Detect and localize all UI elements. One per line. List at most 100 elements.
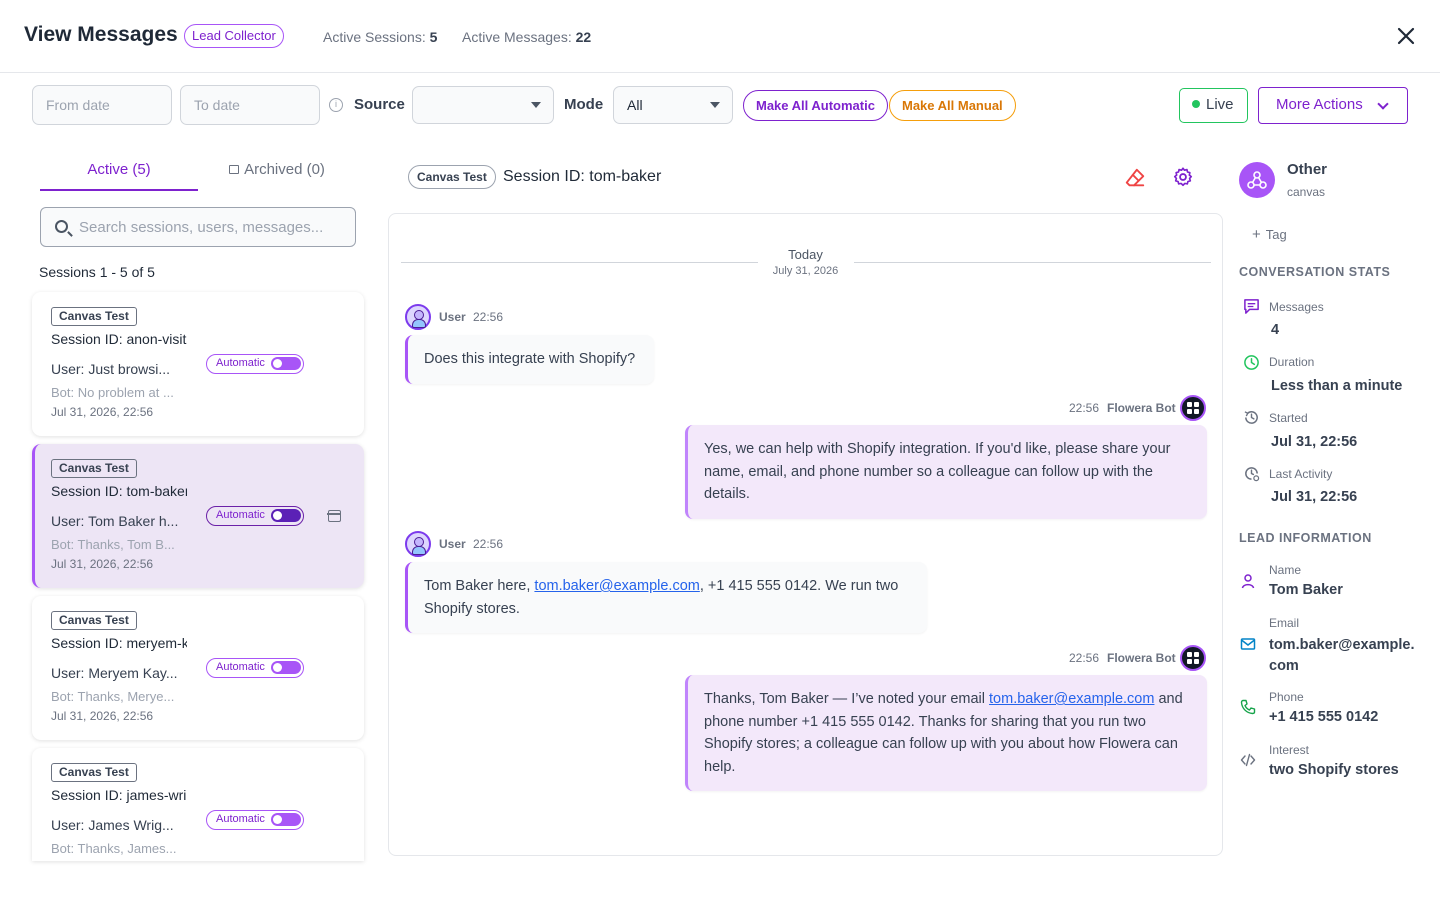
automatic-toggle[interactable]: Automatic bbox=[206, 658, 304, 678]
modal-header: View Messages Lead Collector Active Sess… bbox=[0, 0, 1440, 73]
make-all-automatic-button[interactable]: Make All Automatic bbox=[743, 90, 888, 121]
live-status-dot bbox=[1192, 100, 1200, 108]
divider bbox=[854, 262, 1211, 263]
chat-session-title: Session ID: tom-baker bbox=[503, 168, 662, 185]
session-id: Session ID: meryem-k bbox=[51, 635, 187, 651]
stat-value: Less than a minute bbox=[1271, 378, 1403, 394]
search-input[interactable] bbox=[79, 208, 347, 246]
user-message: Tom Baker here, tom.baker@example.com, +… bbox=[405, 562, 927, 633]
mode-select[interactable]: All bbox=[613, 86, 733, 124]
session-bot-preview: Bot: No problem at ... bbox=[51, 385, 174, 400]
phone-icon bbox=[1240, 699, 1256, 715]
archive-icon[interactable] bbox=[327, 510, 341, 522]
automatic-toggle[interactable]: Automatic bbox=[206, 506, 304, 526]
mail-icon bbox=[1240, 638, 1256, 650]
message-text: Tom Baker here, bbox=[424, 578, 535, 594]
toggle-label: Automatic bbox=[216, 813, 265, 825]
toggle-switch bbox=[271, 509, 301, 522]
message-sender: User bbox=[439, 310, 466, 324]
lead-value: +1 415 555 0142 bbox=[1269, 709, 1379, 725]
gear-icon[interactable] bbox=[1172, 166, 1194, 188]
live-button[interactable]: Live bbox=[1179, 88, 1248, 123]
source-select[interactable] bbox=[412, 86, 554, 124]
stat-label: Messages bbox=[1269, 300, 1324, 314]
bot-message: Yes, we can help with Shopify integratio… bbox=[685, 425, 1207, 519]
stat-value: Jul 31, 22:56 bbox=[1271, 434, 1358, 450]
user-avatar bbox=[405, 304, 431, 330]
message-sender: Flowera Bot bbox=[1107, 651, 1176, 665]
to-date-input[interactable]: To date bbox=[180, 85, 320, 125]
lead-value: two Shopify stores bbox=[1269, 762, 1399, 778]
page-title: View Messages bbox=[24, 23, 178, 46]
history-icon bbox=[1244, 411, 1258, 424]
more-actions-label: More Actions bbox=[1276, 96, 1363, 113]
day-date: July 31, 2026 bbox=[772, 265, 839, 277]
toggle-switch bbox=[271, 813, 301, 826]
message-icon bbox=[1244, 299, 1259, 314]
stat-label: Duration bbox=[1269, 355, 1315, 369]
active-messages-value: 22 bbox=[575, 29, 592, 45]
chat-source-tag: Canvas Test bbox=[408, 165, 496, 189]
chevron-down-icon bbox=[710, 102, 720, 108]
make-all-manual-button[interactable]: Make All Manual bbox=[889, 90, 1016, 121]
info-icon[interactable]: i bbox=[329, 98, 343, 112]
session-date: Jul 31, 2026, 22:56 bbox=[51, 405, 154, 419]
toggle-switch bbox=[271, 661, 301, 674]
session-id: Session ID: anon-visit bbox=[51, 331, 187, 347]
user-icon bbox=[1241, 574, 1255, 589]
archive-icon bbox=[229, 165, 240, 174]
mode-select-value: All bbox=[627, 97, 643, 113]
toggle-switch bbox=[271, 357, 301, 370]
automatic-toggle[interactable]: Automatic bbox=[206, 354, 304, 374]
tab-archived[interactable]: Archived (0) bbox=[198, 161, 356, 191]
session-id: Session ID: tom-baker bbox=[51, 483, 187, 499]
session-bot-preview: Bot: Thanks, Merye... bbox=[51, 689, 175, 704]
toggle-label: Automatic bbox=[216, 357, 265, 369]
more-actions-button[interactable]: More Actions bbox=[1258, 87, 1408, 124]
clock-refresh-icon bbox=[1245, 467, 1260, 482]
from-date-input[interactable]: From date bbox=[32, 85, 172, 125]
lead-heading: LEAD INFORMATION bbox=[1239, 531, 1372, 545]
lead-collector-badge: Lead Collector bbox=[184, 24, 284, 48]
session-id: Session ID: james-wri bbox=[51, 787, 187, 803]
session-source-tag: Canvas Test bbox=[51, 763, 137, 782]
lead-label: Interest bbox=[1269, 743, 1310, 757]
session-card[interactable]: Canvas Test Session ID: anon-visit User:… bbox=[32, 292, 364, 436]
toggle-label: Automatic bbox=[216, 509, 265, 521]
automatic-toggle[interactable]: Automatic bbox=[206, 810, 304, 830]
lead-value: Tom Baker bbox=[1269, 582, 1343, 598]
active-sessions-label: Active Sessions: bbox=[323, 29, 426, 45]
session-card[interactable]: Canvas Test Session ID: meryem-k User: M… bbox=[32, 596, 364, 740]
stat-label: Last Activity bbox=[1269, 467, 1333, 481]
message-time: 22:56 bbox=[473, 310, 504, 324]
session-card-selected[interactable]: Canvas Test Session ID: tom-baker User: … bbox=[32, 444, 364, 588]
session-user-preview: User: Meryem Kay... bbox=[51, 665, 178, 681]
session-user-preview: User: James Wrig... bbox=[51, 817, 174, 833]
session-source-tag: Canvas Test bbox=[51, 307, 137, 326]
email-link[interactable]: tom.baker@example.com bbox=[534, 578, 699, 594]
session-search[interactable] bbox=[40, 207, 356, 247]
tab-active[interactable]: Active (5) bbox=[40, 161, 198, 191]
message-text: Thanks, Tom Baker — I’ve noted your emai… bbox=[704, 691, 990, 707]
message-sender: Flowera Bot bbox=[1107, 401, 1176, 415]
code-icon bbox=[1240, 753, 1256, 767]
eraser-icon[interactable] bbox=[1124, 167, 1146, 189]
message-time: 22:56 bbox=[1069, 651, 1100, 665]
active-sessions-value: 5 bbox=[429, 29, 438, 45]
stat-value: 4 bbox=[1271, 322, 1280, 338]
lead-label: Phone bbox=[1269, 690, 1304, 704]
bot-avatar bbox=[1180, 395, 1206, 421]
user-message: Does this integrate with Shopify? bbox=[405, 335, 654, 384]
add-tag-button[interactable]: + Tag bbox=[1252, 226, 1287, 243]
session-user-preview: User: Just browsi... bbox=[51, 361, 171, 377]
stat-label: Started bbox=[1269, 411, 1308, 425]
day-label: Today bbox=[788, 247, 823, 262]
session-date: Jul 31, 2026, 22:56 bbox=[51, 709, 154, 723]
email-link[interactable]: tom.baker@example.com bbox=[989, 691, 1154, 707]
sessions-count: Sessions 1 - 5 of 5 bbox=[39, 264, 155, 280]
chat-transcript[interactable]: Today July 31, 2026 User 22:56 Does this… bbox=[388, 213, 1223, 856]
bot-message: Thanks, Tom Baker — I’ve noted your emai… bbox=[685, 675, 1207, 791]
session-card[interactable]: Canvas Test Session ID: james-wri User: … bbox=[32, 748, 364, 861]
clock-icon bbox=[1244, 355, 1259, 370]
close-icon[interactable] bbox=[1394, 24, 1418, 48]
